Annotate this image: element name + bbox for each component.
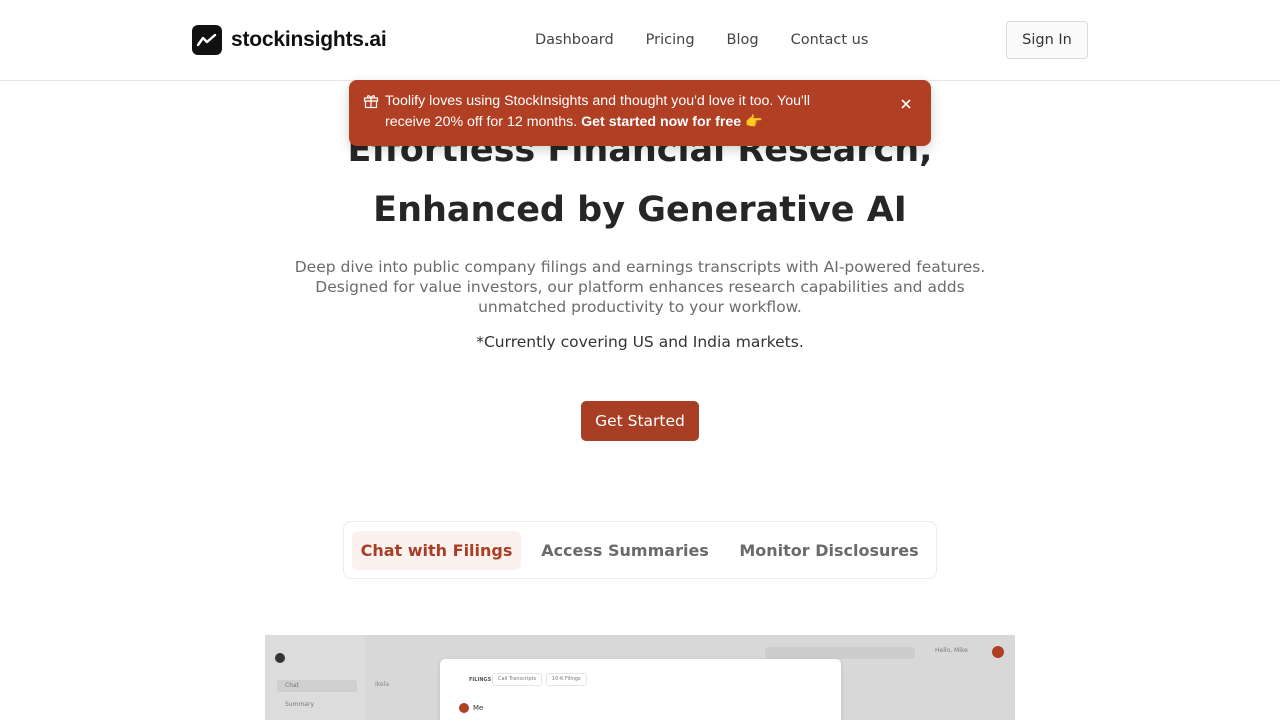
preview-search-bar [765,647,915,659]
brand-logo[interactable]: stockinsights.ai [192,25,387,55]
get-started-button[interactable]: Get Started [581,401,699,441]
gift-icon [363,93,379,109]
nav-blog[interactable]: Blog [727,30,759,50]
hero-title-line2: Enhanced by Generative AI [373,190,907,230]
preview-logo-icon [275,653,285,663]
nav-contact-us[interactable]: Contact us [791,30,869,50]
preview-chat-card: FILINGS Call Transcripts 10-K Filings Me [440,659,841,720]
trend-chart-icon [192,25,222,55]
tab-monitor-disclosures[interactable]: Monitor Disclosures [729,531,929,570]
preview-sender-avatar [459,703,469,713]
coverage-note: *Currently covering US and India markets… [476,333,804,351]
preview-sidebar: Chat Summary [265,635,365,720]
nav-pricing[interactable]: Pricing [646,30,695,50]
promo-banner-text: Toolify loves using StockInsights and th… [385,91,845,133]
hero-description: Deep dive into public company filings an… [294,258,986,316]
tab-access-summaries[interactable]: Access Summaries [531,531,719,570]
preview-chip: Call Transcripts [492,673,543,686]
main-nav: Dashboard Pricing Blog Contact us [535,30,868,50]
preview-sidebar-item: Summary [285,701,314,708]
nav-dashboard[interactable]: Dashboard [535,30,614,50]
preview-avatar [992,646,1004,658]
brand-name: stockinsights.ai [231,28,387,51]
preview-user-label: Hello, Mike [935,647,968,654]
promo-link[interactable]: Get started now for free 👉 [581,114,763,130]
feature-tabs: Chat with Filings Access Summaries Monit… [343,521,937,579]
sign-in-button[interactable]: Sign In [1006,21,1088,59]
promo-banner: Toolify loves using StockInsights and th… [349,80,931,146]
preview-chip: 10-K Filings [546,673,587,686]
product-preview-image: Chat Summary Ikela Hello, Mike FILINGS C… [265,635,1015,720]
preview-filings-label: FILINGS [469,677,492,683]
tab-chat-with-filings[interactable]: Chat with Filings [352,531,521,570]
close-icon[interactable] [898,96,914,112]
preview-sender-name: Me [473,704,484,712]
preview-label: Ikela [375,681,390,688]
site-header: stockinsights.ai Dashboard Pricing Blog … [0,0,1280,81]
preview-sidebar-item: Chat [277,680,357,692]
